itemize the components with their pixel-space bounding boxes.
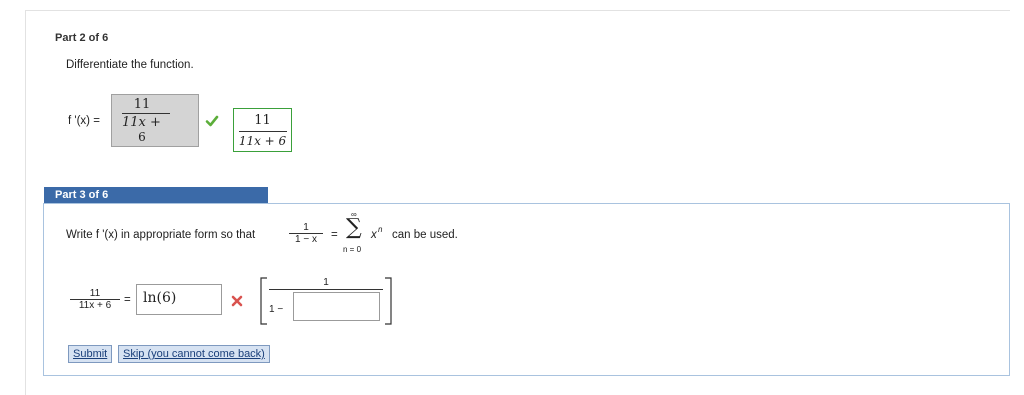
- part2-answer-bar: [122, 113, 170, 114]
- part3-instruction: Write f '(x) in appropriate form so that: [66, 229, 256, 241]
- part3-header: Part 3 of 6: [44, 187, 268, 204]
- correct-numerator: 11: [254, 113, 271, 128]
- sigma-sum: ∞ ∑ n = 0: [343, 210, 371, 258]
- correct-denominator: 11x + 6: [238, 134, 287, 148]
- bracket-numerator: 1: [323, 277, 329, 288]
- sigma-symbol: ∑: [346, 215, 362, 240]
- part2-correct-box: 11 11x + 6: [233, 108, 292, 152]
- part2-answer-den-top: 11x +: [122, 115, 161, 130]
- submit-button[interactable]: Submit: [68, 345, 113, 363]
- bracket-den-prefix: 1 −: [269, 304, 284, 315]
- series-frac-num: 1: [303, 222, 309, 233]
- part2-answer-den-bottom: 6: [138, 130, 146, 144]
- answer-input[interactable]: ln(6): [136, 284, 222, 315]
- sigma-term-exp: n: [378, 225, 383, 234]
- series-frac-den: 1 − x: [295, 234, 317, 245]
- bracket-den-input[interactable]: [293, 292, 380, 321]
- sigma-term-base: x: [371, 229, 377, 241]
- skip-button[interactable]: Skip (you cannot come back): [118, 345, 270, 363]
- check-icon: [205, 114, 219, 128]
- top-rule: [25, 10, 1010, 11]
- part2-instruction: Differentiate the function.: [66, 59, 194, 71]
- part2-label: Part 2 of 6: [55, 32, 109, 44]
- part3-equals: =: [124, 294, 131, 306]
- part2-answer-numerator: 11: [133, 97, 151, 112]
- part3-lhs-den: 11x + 6: [78, 300, 112, 311]
- cross-icon: [231, 294, 243, 307]
- bracket-fraction-bar: [269, 289, 383, 290]
- bracket-expression: 1 1 −: [260, 277, 392, 325]
- sigma-bottom: n = 0: [343, 245, 362, 254]
- right-bracket-icon: [385, 277, 392, 325]
- left-bracket-icon: [260, 277, 267, 325]
- correct-bar: [239, 131, 287, 132]
- part3-lhs-fraction: 11 11x + 6: [70, 288, 120, 311]
- part2-lhs: f '(x) =: [68, 115, 100, 127]
- series-tail: can be used.: [392, 229, 458, 241]
- series-fraction: 1 1 − x: [289, 222, 323, 245]
- part2-answer-box: 11 11x + 6: [111, 94, 199, 147]
- part3-lhs-num: 11: [89, 288, 101, 299]
- left-rule: [25, 10, 26, 395]
- series-equals: =: [331, 229, 338, 241]
